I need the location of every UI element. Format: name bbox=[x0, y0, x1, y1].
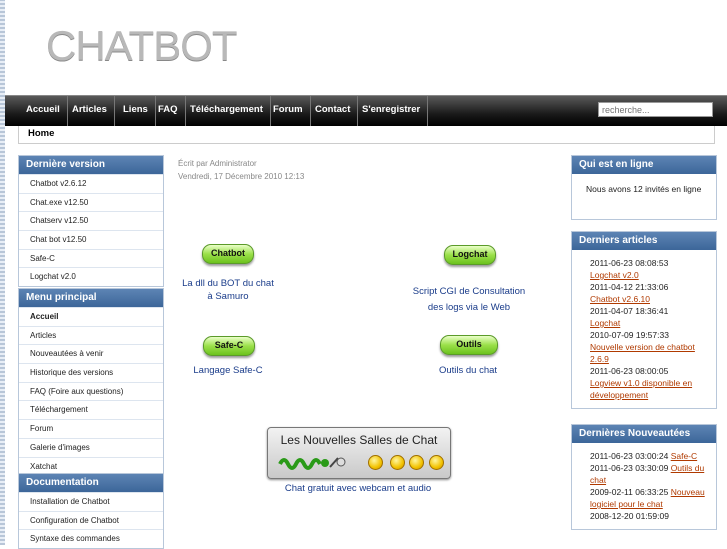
who-online-title: Qui est en ligne bbox=[572, 156, 716, 174]
site-logo[interactable]: CHATBOT bbox=[46, 22, 238, 70]
main-menu-title: Menu principal bbox=[19, 289, 163, 307]
nav-liens[interactable]: Liens bbox=[116, 96, 156, 126]
latest-articles-title: Derniers articles bbox=[572, 232, 716, 250]
smiley-icon bbox=[390, 455, 405, 470]
nav-register[interactable]: S'enregistrer bbox=[355, 96, 429, 126]
article-author: Écrit par Administrator bbox=[178, 159, 257, 168]
latest-version-title: Dernière version bbox=[19, 156, 163, 174]
chatbot-caption-line1: La dll du BOT du chat bbox=[182, 278, 274, 289]
article-date: 2011-06-23 08:00:05 bbox=[590, 366, 669, 376]
doc-item[interactable]: Installation de Chatbot bbox=[19, 492, 163, 511]
latest-version-box: Dernière version Chatbot v2.6.12 Chat.ex… bbox=[18, 155, 164, 288]
nav-contact[interactable]: Contact bbox=[308, 96, 359, 126]
smiley-icon bbox=[368, 455, 383, 470]
menu-item-telechargement[interactable]: Téléchargement bbox=[19, 400, 163, 419]
latest-news-list: 2011-06-23 03:00:24 Safe-C 2011-06-23 03… bbox=[572, 443, 716, 529]
latest-version-item[interactable]: Chat.exe v12.50 bbox=[19, 192, 163, 212]
main-menu-box: Menu principal Accueil Articles Nouveaut… bbox=[18, 288, 164, 477]
article-date: 2011-04-07 18:36:41 bbox=[590, 306, 669, 316]
latest-version-item[interactable]: Chatserv v12.50 bbox=[19, 211, 163, 230]
news-date: 2008-12-20 01:59:09 bbox=[590, 511, 669, 521]
who-online-text: Nous avons 12 invités en ligne bbox=[586, 184, 702, 194]
menu-item-accueil[interactable]: Accueil bbox=[19, 307, 163, 326]
latest-news-box: Dernières Nouveautées 2011-06-23 03:00:2… bbox=[571, 424, 717, 530]
article-date: Vendredi, 17 Décembre 2010 12:13 bbox=[178, 172, 305, 181]
chatbot-caption-line2: à Samuro bbox=[207, 291, 249, 302]
menu-item-forum[interactable]: Forum bbox=[19, 419, 163, 438]
latest-version-item[interactable]: Logchat v2.0 bbox=[19, 267, 163, 286]
latest-news-title: Dernières Nouveautées bbox=[572, 425, 716, 443]
breadcrumb[interactable]: Home bbox=[18, 126, 715, 144]
search-input[interactable] bbox=[598, 102, 713, 117]
latest-version-item[interactable]: Safe-C bbox=[19, 248, 163, 268]
article-link[interactable]: Chatbot v2.6.10 bbox=[590, 294, 650, 304]
menu-item-articles[interactable]: Articles bbox=[19, 325, 163, 345]
menu-item-historique[interactable]: Historique des versions bbox=[19, 363, 163, 382]
news-date: 2009-02-11 06:33:25 bbox=[590, 487, 669, 497]
banner-caption: Chat gratuit avec webcam et audio bbox=[284, 483, 432, 494]
doc-item[interactable]: Syntaxe des commandes bbox=[19, 529, 163, 548]
nav-articles[interactable]: Articles bbox=[65, 96, 115, 126]
chatbot-button[interactable]: Chatbot bbox=[202, 244, 254, 264]
logchat-caption-line1: Script CGI de Consultation bbox=[412, 286, 526, 297]
chat-rooms-banner[interactable]: Les Nouvelles Salles de Chat bbox=[267, 427, 451, 479]
safe-c-button[interactable]: Safe-C bbox=[203, 336, 255, 356]
documentation-title: Documentation bbox=[19, 474, 163, 492]
nav-telechargement[interactable]: Téléchargement bbox=[183, 96, 271, 126]
menu-item-nouveautees[interactable]: Nouveautées à venir bbox=[19, 344, 163, 363]
logchat-caption: Script CGI de Consultation des logs via … bbox=[404, 284, 534, 316]
latest-articles-box: Derniers articles 2011-06-23 08:08:53 Lo… bbox=[571, 231, 717, 409]
smiley-icon bbox=[409, 455, 424, 470]
news-date: 2011-06-23 03:30:09 bbox=[590, 463, 669, 473]
article-date: 2011-04-12 21:33:06 bbox=[590, 282, 669, 292]
chatbot-caption: La dll du BOT du chat à Samuro bbox=[168, 277, 288, 303]
snake-logo-icon bbox=[278, 457, 346, 470]
latest-articles-list: 2011-06-23 08:08:53 Logchat v2.0 2011-04… bbox=[572, 250, 716, 408]
who-online-box: Qui est en ligne Nous avons 12 invités e… bbox=[571, 155, 717, 220]
nav-forum[interactable]: Forum bbox=[266, 96, 311, 126]
documentation-box: Documentation Installation de Chatbot Co… bbox=[18, 473, 164, 549]
menu-item-galerie[interactable]: Galerie d'images bbox=[19, 437, 163, 457]
logchat-button[interactable]: Logchat bbox=[444, 245, 496, 265]
banner-title: Les Nouvelles Salles de Chat bbox=[280, 433, 438, 447]
article-link[interactable]: Nouvelle version de chatbot 2.6.9 bbox=[590, 342, 695, 364]
article-date: 2010-07-09 19:57:33 bbox=[590, 330, 669, 340]
logchat-caption-line2: des logs via le Web bbox=[427, 302, 511, 313]
outils-caption: Outils du chat bbox=[438, 365, 498, 376]
smiley-icon bbox=[429, 455, 444, 470]
latest-version-item[interactable]: Chatbot v2.6.12 bbox=[19, 174, 163, 193]
left-border-strip bbox=[0, 0, 5, 545]
nav-accueil[interactable]: Accueil bbox=[19, 96, 68, 126]
doc-item[interactable]: Configuration de Chatbot bbox=[19, 510, 163, 530]
safe-c-caption: Langage Safe-C bbox=[193, 365, 263, 376]
article-link[interactable]: Logchat v2.0 bbox=[590, 270, 639, 280]
nav-faq[interactable]: FAQ bbox=[151, 96, 186, 126]
article-date: 2011-06-23 08:08:53 bbox=[590, 258, 669, 268]
menu-item-faq[interactable]: FAQ (Foire aux questions) bbox=[19, 381, 163, 401]
article-link[interactable]: Logview v1.0 disponible en développement bbox=[590, 378, 692, 400]
article-link[interactable]: Logchat bbox=[590, 318, 620, 328]
latest-version-item[interactable]: Chat bot v12.50 bbox=[19, 230, 163, 249]
news-date: 2011-06-23 03:00:24 bbox=[590, 451, 669, 461]
news-link[interactable]: Safe-C bbox=[671, 451, 697, 461]
outils-button[interactable]: Outils bbox=[440, 335, 498, 355]
